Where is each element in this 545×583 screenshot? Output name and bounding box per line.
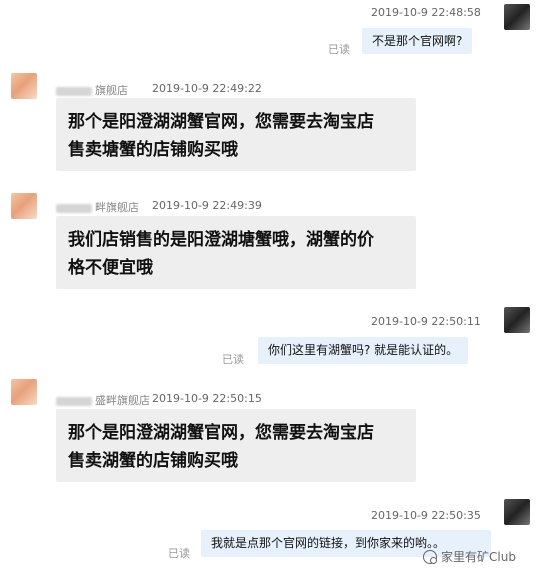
message-timestamp: 2019-10-9 22:50:11 bbox=[371, 315, 481, 328]
blurred-shop-name bbox=[56, 396, 92, 406]
incoming-message-bubble[interactable]: 我们店销售的是阳澄湖塘蟹哦，湖蟹的价 格不便宜哦 bbox=[56, 216, 416, 289]
message-line: 那个是阳澄湖湖蟹官网，您需要去淘宝店 bbox=[68, 423, 374, 443]
incoming-message-bubble[interactable]: 那个是阳澄湖湖蟹官网，您需要去淘宝店 售卖塘蟹的店铺购买哦 bbox=[56, 98, 416, 171]
outgoing-message-bubble[interactable]: 不是那个官网啊? bbox=[362, 28, 473, 54]
message-timestamp: 2019-10-9 22:49:22 bbox=[152, 82, 262, 95]
user-avatar[interactable] bbox=[504, 499, 530, 525]
shop-name: 畔旗舰店 bbox=[56, 199, 139, 215]
message-timestamp: 2019-10-9 22:49:39 bbox=[152, 199, 262, 212]
message-timestamp: 2019-10-9 22:50:15 bbox=[152, 392, 262, 405]
message-timestamp: 2019-10-9 22:48:58 bbox=[371, 6, 481, 19]
read-status: 已读 bbox=[328, 43, 350, 56]
shop-name: 盛畔旗舰店 bbox=[56, 392, 150, 408]
shop-name: 旗舰店 bbox=[56, 82, 128, 98]
outgoing-message-bubble[interactable]: 你们这里有湖蟹吗? 就是能认证的。 bbox=[258, 337, 469, 364]
shop-avatar[interactable] bbox=[11, 193, 37, 219]
message-line: 售卖塘蟹的店铺购买哦 bbox=[68, 140, 238, 160]
watermark-text: 家里有矿Club bbox=[441, 550, 516, 564]
user-avatar[interactable] bbox=[504, 4, 530, 30]
wechat-channel-icon bbox=[423, 549, 437, 564]
shop-avatar[interactable] bbox=[11, 379, 37, 405]
message-timestamp: 2019-10-9 22:50:35 bbox=[371, 509, 481, 522]
blurred-shop-name bbox=[56, 86, 92, 96]
shop-avatar[interactable] bbox=[11, 73, 37, 99]
read-status: 已读 bbox=[168, 547, 190, 560]
watermark: 家里有矿Club bbox=[423, 548, 516, 565]
incoming-message-bubble[interactable]: 那个是阳澄湖湖蟹官网，您需要去淘宝店 售卖湖蟹的店铺购买哦 bbox=[56, 409, 416, 482]
message-line: 我们店销售的是阳澄湖塘蟹哦，湖蟹的价 bbox=[68, 230, 374, 250]
message-line: 那个是阳澄湖湖蟹官网，您需要去淘宝店 bbox=[68, 112, 374, 132]
user-avatar[interactable] bbox=[504, 307, 530, 333]
read-status: 已读 bbox=[222, 353, 244, 366]
message-line: 售卖湖蟹的店铺购买哦 bbox=[68, 451, 238, 471]
message-line: 格不便宜哦 bbox=[68, 258, 153, 278]
blurred-shop-name bbox=[56, 203, 92, 213]
